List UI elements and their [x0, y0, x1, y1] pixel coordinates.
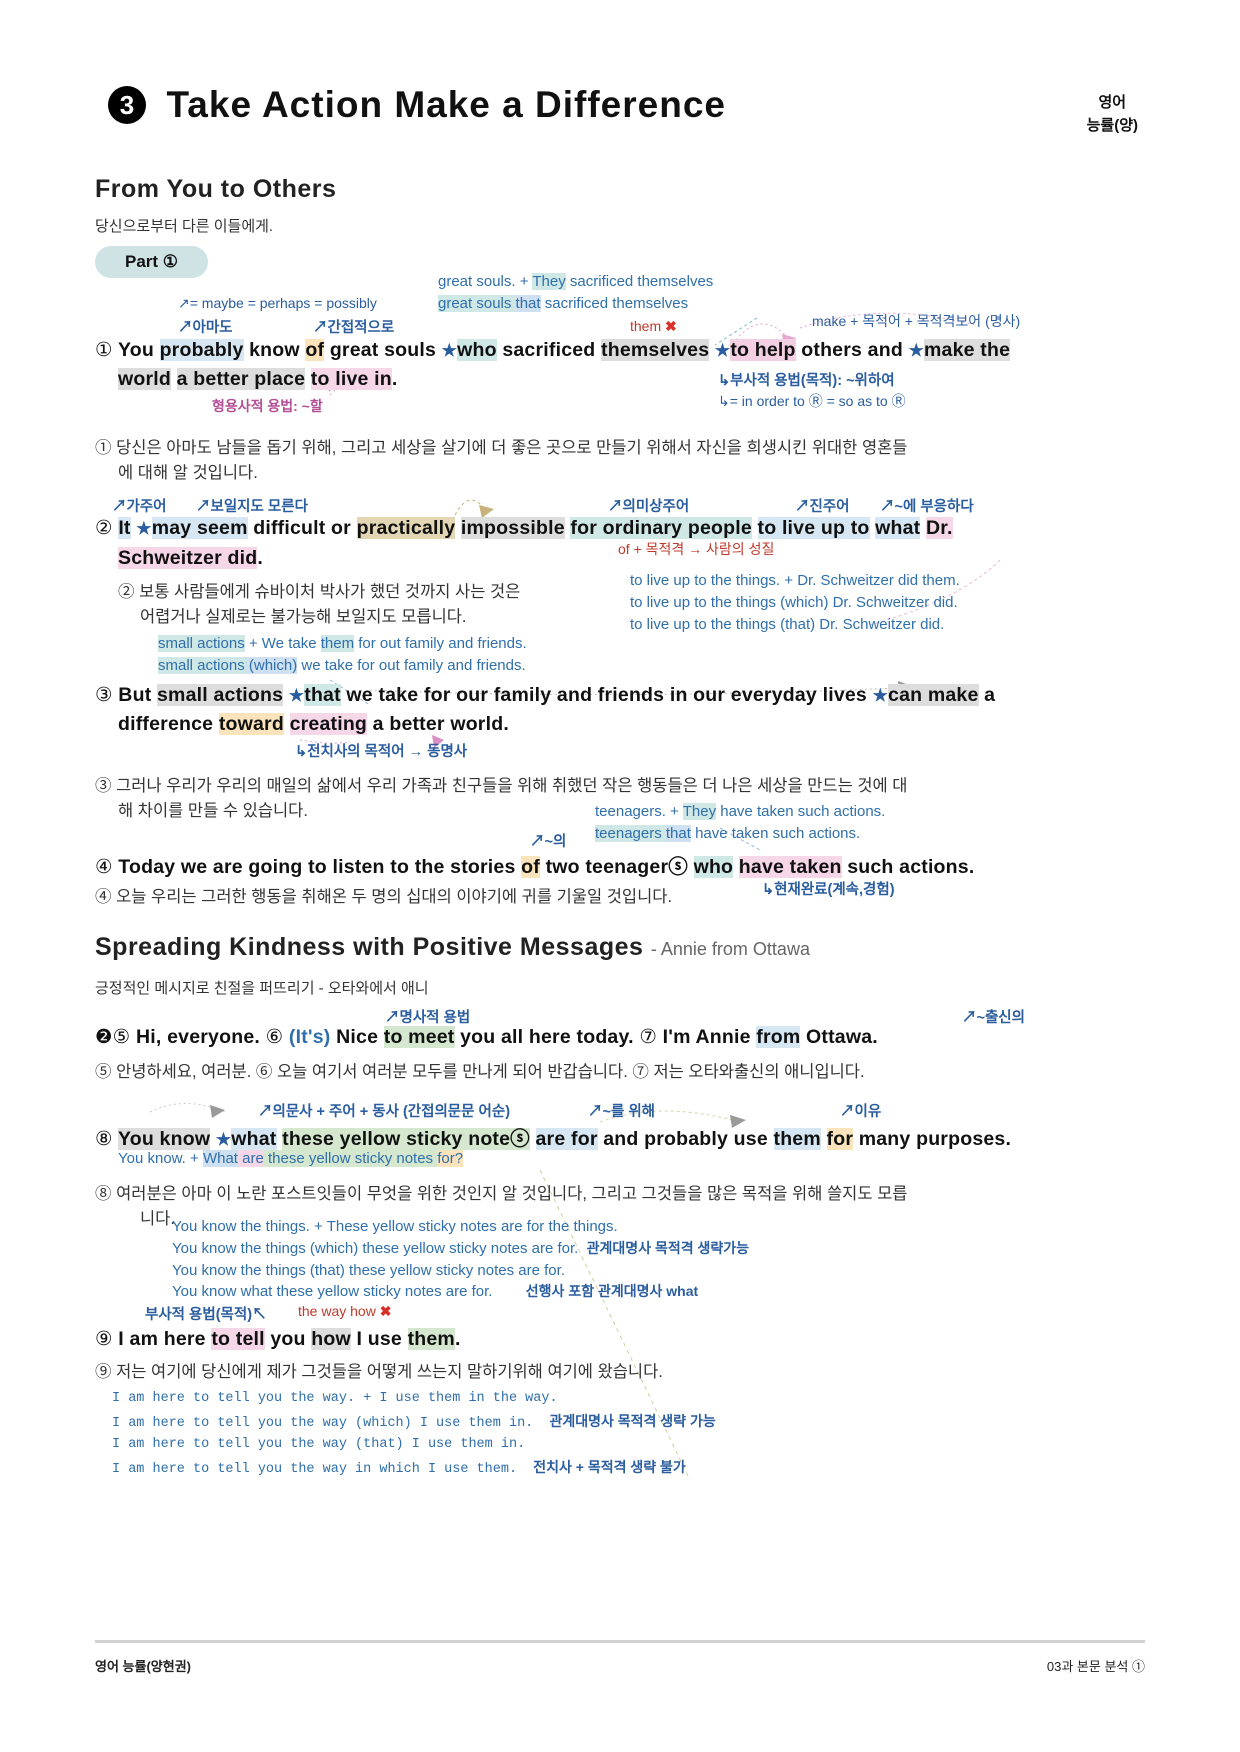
section1-heading-kor: 당신으로부터 다른 이들에게.	[95, 218, 274, 235]
translation-8-line2: 니다.	[140, 1210, 175, 1228]
annotation-of-objective: of + 목적격 → 사람의 성질	[618, 541, 775, 557]
derivation-block-s1: great souls. + They sacrificed themselve…	[438, 273, 714, 312]
annotation-live-up-to: ↗~에 부응하다	[880, 499, 974, 515]
annotation-for-purpose: ↗~를 위해	[588, 1104, 656, 1120]
part-badge: Part ①	[95, 246, 209, 278]
sentence-2-line1: ② It ★may seem difficult or practically …	[95, 517, 953, 539]
translation-5-line1: ⑤ 안녕하세요, 여러분. ⑥ 오늘 여기서 여러분 모두를 만나게 되어 반갑…	[95, 1063, 865, 1081]
section1-heading: From You to Others	[95, 175, 337, 203]
section2-heading-sub: - Annie from Ottawa	[650, 939, 810, 959]
sentence-9-line1: ⑨ I am here to tell you how I use them.	[95, 1328, 461, 1350]
worksheet-page: 3 Take Action Make a Difference 영어 능률(양)…	[0, 0, 1240, 1752]
translation-3-line1: ③ 그러나 우리가 우리의 매일의 삶에서 우리 가족과 친구들을 위해 취했던…	[95, 777, 908, 795]
annotation-semantic-subject: ↗의미상주어	[608, 499, 690, 515]
annotation-from-origin: ↗~출신의	[962, 1010, 1025, 1026]
derivation-block-s8: You know the things. + These yellow stic…	[172, 1218, 750, 1301]
derivation-block-s3: small actions + We take them for out fam…	[158, 635, 527, 674]
annotation-indirect: ↗간접적으로	[313, 320, 395, 336]
derivation-block-s8-top: You know. + What are these yellow sticky…	[118, 1150, 464, 1167]
s8-note-2: 선행사 포함 관계대명사 what	[525, 1283, 699, 1300]
footer-left: 영어 능률(양현권)	[95, 1659, 191, 1674]
publisher-name: 능률(양)	[1086, 116, 1138, 134]
annotation-real-subject: ↗진주어	[795, 499, 850, 515]
annotation-them-wrong: them ✖	[630, 318, 677, 334]
s9-note-2: 전치사 + 목적격 생략 불가	[533, 1458, 686, 1475]
annotation-adjectival: 형용사적 용법: ~할	[212, 398, 323, 414]
translation-8-line1: ⑧ 여러분은 아마 이 노란 포스트잇들이 무엇을 위한 것인지 알 것입니다,…	[95, 1185, 908, 1203]
sentence-3-line2: difference toward creating a better worl…	[118, 713, 509, 735]
translation-2-line1: ② 보통 사람들에게 슈바이처 박사가 했던 것까지 사는 것은	[118, 583, 521, 601]
derivation-block-s9: I am here to tell you the way. + I use t…	[112, 1391, 716, 1477]
annotation-make-structure: make + 목적어 + 목적격보어 (명사)	[812, 313, 1021, 329]
translation-4-line1: ④ 오늘 우리는 그러한 행동을 취해온 두 명의 십대의 이야기에 귀를 기울…	[95, 888, 673, 906]
annotation-adverbial-purpose: ↳부사적 용법(목적): ~위하여	[718, 373, 895, 389]
translation-3-line2: 해 차이를 만들 수 있습니다.	[118, 802, 308, 820]
subject-label: 영어 능률(양)	[1087, 92, 1138, 137]
annotation-indirect-question-order: ↗의문사 + 주어 + 동사 (간접의문문 어순)	[258, 1104, 511, 1120]
annotation-the-way-how-wrong: the way how ✖	[298, 1303, 392, 1319]
sentence-1-line2: world a better place to live in.	[118, 368, 398, 390]
annotation-nominal-usage: ↗명사적 용법	[385, 1010, 471, 1026]
footer-divider	[95, 1640, 1145, 1643]
annotation-in-order-to: ↳= in order to Ⓡ = so as to Ⓡ	[718, 393, 906, 409]
s9-note-1: 관계대명사 목적격 생략 가능	[549, 1412, 716, 1429]
annotation-reason: ↗이유	[840, 1104, 882, 1120]
section2-heading: Spreading Kindness with Positive Message…	[95, 933, 810, 961]
sentence-5-line1: ❷⑤ Hi, everyone. ⑥ (It's) Nice to meet y…	[95, 1026, 878, 1048]
annotation-adverbial-purpose-2: 부사적 용법(목적)↖	[145, 1307, 267, 1323]
annotation-dummy-subject: ↗가주어	[112, 499, 167, 515]
annotation-prep-object: ↳전치사의 목적어 → 동명사	[295, 744, 468, 760]
annotation-of-possessive: ↗~의	[530, 834, 567, 850]
page-title: Take Action Make a Difference	[166, 84, 726, 125]
translation-1-line2: 에 대해 알 것입니다.	[118, 464, 258, 482]
lesson-number: 3	[108, 86, 146, 124]
footer-right: 03과 본문 분석 ①	[1046, 1659, 1145, 1674]
annotation-equals: ↗= maybe = perhaps = possibly	[178, 295, 377, 311]
translation-1-line1: ① 당신은 아마도 남들을 돕기 위해, 그리고 세상을 살기에 더 좋은 곳으…	[95, 439, 908, 457]
section2-heading-kor: 긍정적인 메시지로 친절을 퍼뜨리기 - 오타와에서 애니	[95, 980, 429, 997]
derivation-block-s2: to live up to the things. + Dr. Schweitz…	[630, 572, 960, 633]
derivation-block-s4: teenagers. + They have taken such action…	[595, 803, 886, 842]
annotation-amado: ↗아마도	[178, 320, 233, 336]
translation-2-line2: 어렵거나 실제로는 불가능해 보일지도 모릅니다.	[140, 608, 467, 626]
sentence-8-line1: ⑧ You know ★what these yellow sticky not…	[95, 1128, 1012, 1150]
page-header: 3 Take Action Make a Difference 영어 능률(양)	[108, 84, 1138, 134]
s8-note-1: 관계대명사 목적격 생략가능	[586, 1239, 750, 1256]
annotation-may-seem: ↗보일지도 모른다	[196, 499, 308, 515]
annotation-present-perfect: ↳현재완료(계속,경험)	[762, 882, 895, 898]
subject-name: 영어	[1098, 94, 1127, 111]
sentence-2-line2: Schweitzer did.	[118, 547, 263, 569]
translation-9-line1: ⑨ 저는 여기에 당신에게 제가 그것들을 어떻게 쓰는지 말하기위해 여기에 …	[95, 1363, 663, 1381]
sentence-3-line1: ③ But small actions ★that we take for ou…	[95, 684, 996, 706]
sentence-4-line1: ④ Today we are going to listen to the st…	[95, 856, 975, 878]
sentence-1-line1: ① You probably know of great souls ★who …	[95, 339, 1011, 361]
